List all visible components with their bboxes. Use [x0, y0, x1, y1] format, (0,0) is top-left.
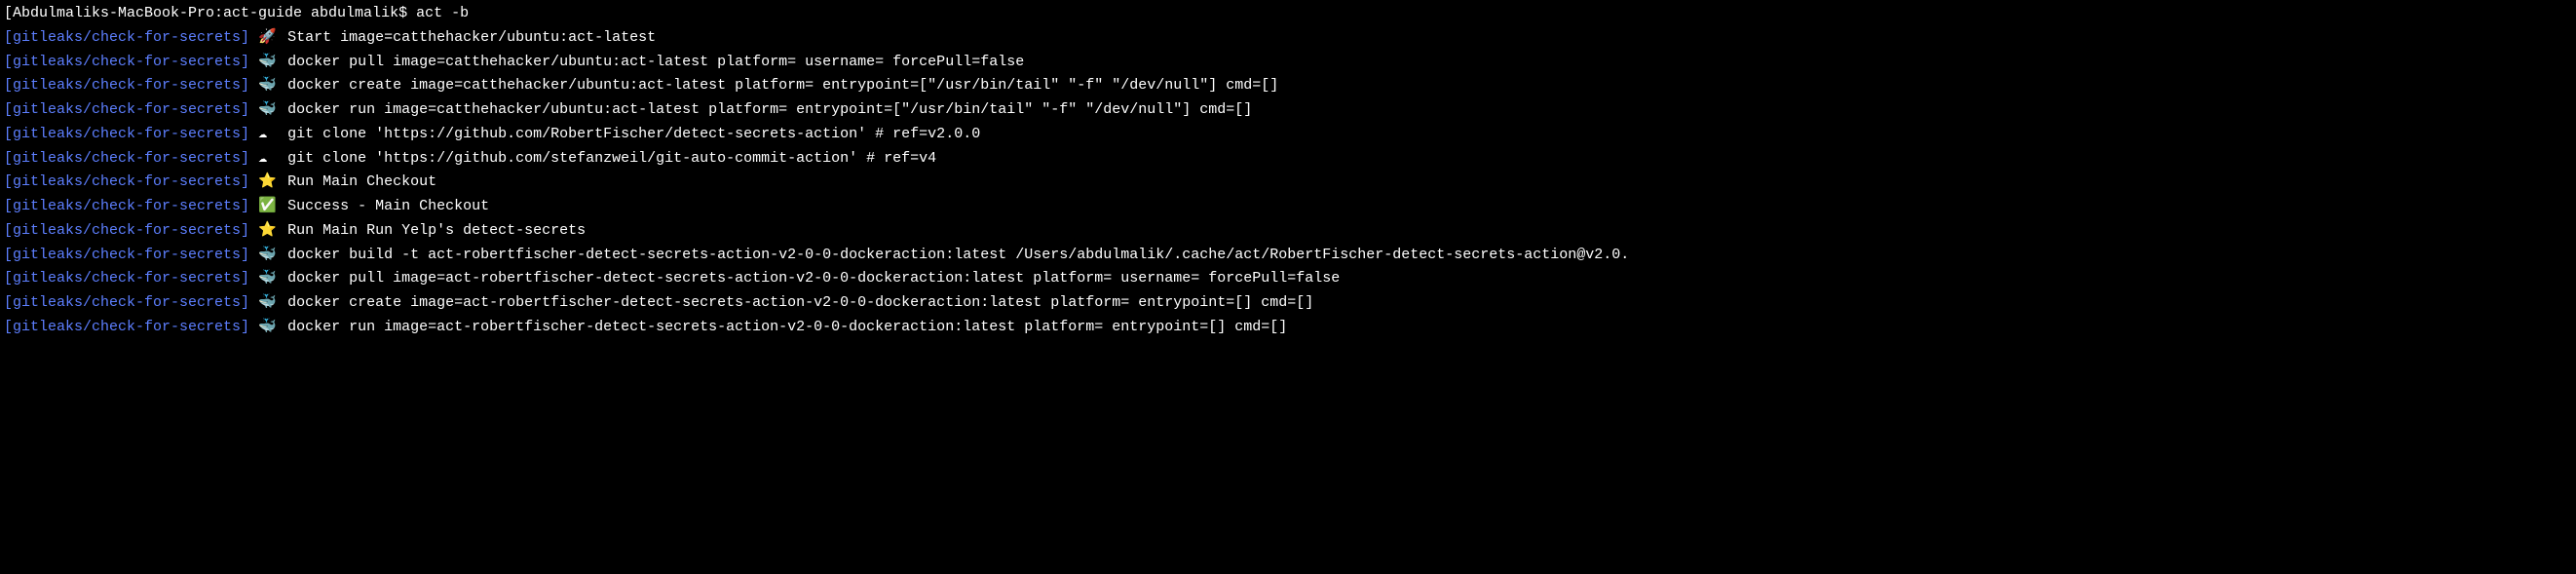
job-prefix: [gitleaks/check-for-secrets] — [4, 101, 249, 118]
line-text: docker pull image=catthehacker/ubuntu:ac… — [287, 54, 1024, 70]
line-text: docker run image=catthehacker/ubuntu:act… — [287, 101, 1252, 118]
job-prefix: [gitleaks/check-for-secrets] — [4, 126, 249, 142]
job-prefix: [gitleaks/check-for-secrets] — [4, 270, 249, 287]
output-line: [gitleaks/check-for-secrets] 🐳 docker cr… — [4, 291, 2572, 316]
job-prefix: [gitleaks/check-for-secrets] — [4, 29, 249, 46]
line-icon: 🐳 — [258, 291, 279, 316]
job-prefix: [gitleaks/check-for-secrets] — [4, 319, 249, 335]
output-line: [gitleaks/check-for-secrets] ✅ Success -… — [4, 195, 2572, 219]
line-text: Run Main Checkout — [287, 173, 436, 190]
line-icon: ☁ — [258, 147, 279, 172]
shell-prompt: [Abdulmaliks-MacBook-Pro:act-guide abdul… — [4, 5, 416, 21]
output-line: [gitleaks/check-for-secrets] ⭐ Run Main … — [4, 171, 2572, 195]
line-text: docker run image=act-robertfischer-detec… — [287, 319, 1287, 335]
output-line: [gitleaks/check-for-secrets] 🐳 docker pu… — [4, 51, 2572, 75]
output-line: [gitleaks/check-for-secrets] ☁ git clone… — [4, 147, 2572, 172]
line-text: docker build -t act-robertfischer-detect… — [287, 247, 1629, 263]
line-icon: 🐳 — [258, 316, 279, 340]
output-line: [gitleaks/check-for-secrets] 🐳 docker ru… — [4, 316, 2572, 340]
line-text: Success - Main Checkout — [287, 198, 489, 214]
terminal-output: [Abdulmaliks-MacBook-Pro:act-guide abdul… — [4, 2, 2572, 340]
line-text: git clone 'https://github.com/stefanzwei… — [287, 150, 936, 167]
job-prefix: [gitleaks/check-for-secrets] — [4, 294, 249, 311]
output-line: [gitleaks/check-for-secrets] ⭐ Run Main … — [4, 219, 2572, 244]
output-line: [gitleaks/check-for-secrets] 🐳 docker bu… — [4, 244, 2572, 268]
command-text: act -b — [416, 5, 469, 21]
job-prefix: [gitleaks/check-for-secrets] — [4, 77, 249, 94]
line-text: docker create image=catthehacker/ubuntu:… — [287, 77, 1278, 94]
job-prefix: [gitleaks/check-for-secrets] — [4, 173, 249, 190]
line-text: Run Main Run Yelp's detect-secrets — [287, 222, 586, 239]
output-line: [gitleaks/check-for-secrets] 🐳 docker pu… — [4, 267, 2572, 291]
job-prefix: [gitleaks/check-for-secrets] — [4, 222, 249, 239]
job-prefix: [gitleaks/check-for-secrets] — [4, 150, 249, 167]
line-icon: 🐳 — [258, 98, 279, 123]
line-text: docker pull image=act-robertfischer-dete… — [287, 270, 1340, 287]
line-icon: ✅ — [258, 195, 279, 219]
line-text: git clone 'https://github.com/RobertFisc… — [287, 126, 980, 142]
line-icon: ⭐ — [258, 171, 279, 195]
prompt-line: [Abdulmaliks-MacBook-Pro:act-guide abdul… — [4, 2, 2572, 26]
line-icon: ☁ — [258, 123, 279, 147]
output-line: [gitleaks/check-for-secrets] 🚀 Start ima… — [4, 26, 2572, 51]
output-line: [gitleaks/check-for-secrets] ☁ git clone… — [4, 123, 2572, 147]
job-prefix: [gitleaks/check-for-secrets] — [4, 54, 249, 70]
line-text: Start image=catthehacker/ubuntu:act-late… — [287, 29, 656, 46]
job-prefix: [gitleaks/check-for-secrets] — [4, 247, 249, 263]
output-line: [gitleaks/check-for-secrets] 🐳 docker ru… — [4, 98, 2572, 123]
line-text: docker create image=act-robertfischer-de… — [287, 294, 1313, 311]
line-icon: 🚀 — [258, 26, 279, 51]
line-icon: 🐳 — [258, 244, 279, 268]
line-icon: 🐳 — [258, 74, 279, 98]
job-prefix: [gitleaks/check-for-secrets] — [4, 198, 249, 214]
line-icon: 🐳 — [258, 267, 279, 291]
output-line: [gitleaks/check-for-secrets] 🐳 docker cr… — [4, 74, 2572, 98]
line-icon: 🐳 — [258, 51, 279, 75]
line-icon: ⭐ — [258, 219, 279, 244]
